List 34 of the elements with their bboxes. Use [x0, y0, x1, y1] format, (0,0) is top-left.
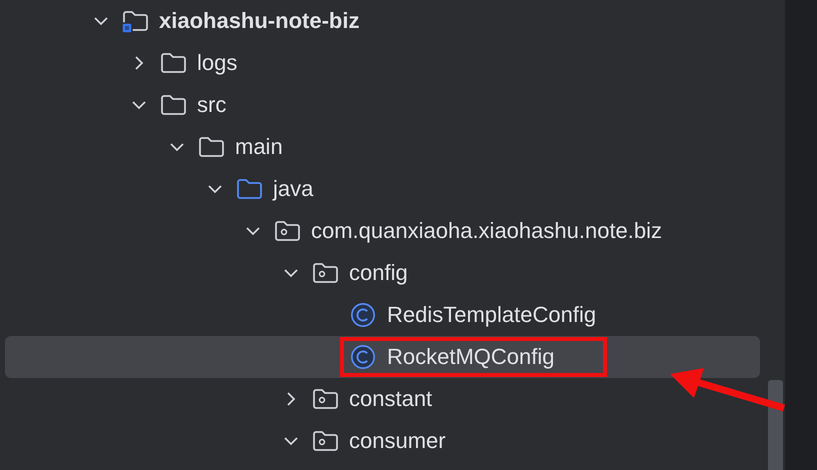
tree-item-label: consumer	[349, 428, 446, 454]
tree-item-label: constant	[349, 386, 432, 412]
folder-icon	[197, 134, 225, 160]
tree-item-label: java	[273, 176, 314, 202]
tree-item-label: logs	[197, 50, 238, 76]
tree-item-label: RedisTemplateConfig	[387, 302, 596, 328]
package-folder-icon	[311, 260, 339, 286]
tree-row[interactable]: config	[5, 252, 760, 294]
tree-row[interactable]: com.quanxiaoha.xiaohashu.note.biz	[5, 210, 760, 252]
tree-row[interactable]: src	[5, 84, 760, 126]
folder-icon	[159, 50, 187, 76]
tree-item-label: src	[197, 92, 226, 118]
tree-item-label: RocketMQConfig	[387, 344, 555, 370]
tree-item-label: main	[235, 134, 283, 160]
package-folder-icon	[311, 428, 339, 454]
tree-item-label: config	[349, 260, 408, 286]
tree-row[interactable]: RedisTemplateConfig	[5, 294, 760, 336]
tree-row[interactable]: RocketMQConfig	[5, 336, 760, 378]
folder-icon	[159, 92, 187, 118]
class-icon	[349, 302, 377, 328]
source-folder-icon	[235, 176, 263, 202]
tree-row[interactable]: constant	[5, 378, 760, 420]
package-folder-icon	[273, 218, 301, 244]
module-folder-icon	[121, 8, 149, 34]
tree-row[interactable]: xiaohashu-note-biz	[5, 0, 760, 42]
tree-item-label: xiaohashu-note-biz	[159, 8, 360, 34]
class-icon	[349, 344, 377, 370]
tree-row[interactable]: main	[5, 126, 760, 168]
tree-row[interactable]: consumer	[5, 420, 760, 462]
scrollbar-thumb[interactable]	[768, 380, 782, 470]
tree-row[interactable]: logs	[5, 42, 760, 84]
package-folder-icon	[311, 386, 339, 412]
tree-row[interactable]: java	[5, 168, 760, 210]
tree-item-label: com.quanxiaoha.xiaohashu.note.biz	[311, 218, 662, 244]
